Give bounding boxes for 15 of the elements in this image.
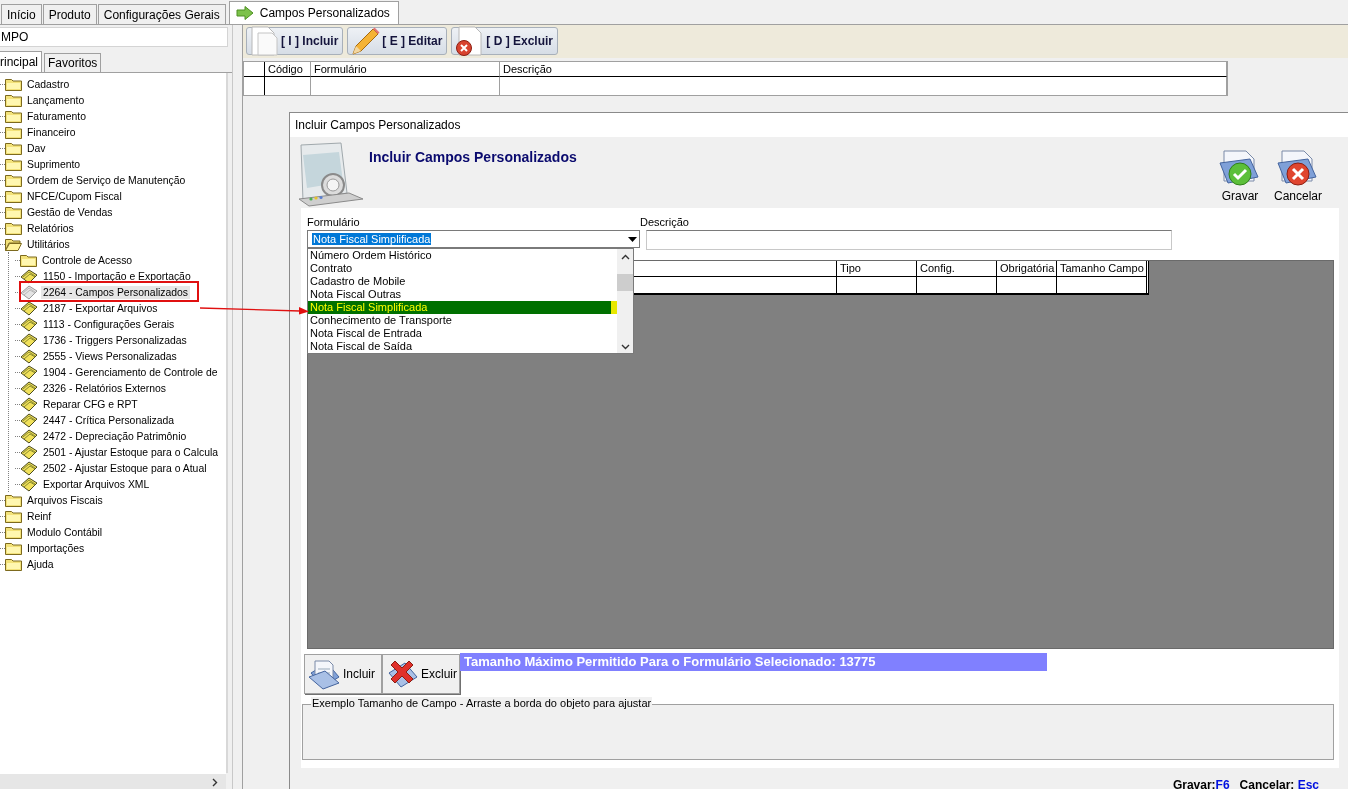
column-header: Tipo xyxy=(837,261,917,277)
column-header: Obrigatória xyxy=(997,261,1057,277)
column-header: Código xyxy=(265,62,311,77)
field-label: Formulário xyxy=(307,216,361,228)
column-header: Descrição xyxy=(500,62,1227,77)
column-header: Config. xyxy=(917,261,997,277)
shortcut-hint: Gravar:F6 xyxy=(1172,778,1230,789)
column-header: Tamanho Campo xyxy=(1057,261,1147,277)
dialog-heading: Incluir Campos Personalizados xyxy=(369,149,577,165)
shortcut-hint: Cancelar: Esc xyxy=(1239,778,1319,789)
group-title: Exemplo Tamanho de Campo - Arraste a borda do objeto para ajustar xyxy=(311,697,653,709)
max-size-notice: Tamanho Máximo Permitido Para o Formulário Selecionado: 13775 xyxy=(460,653,1047,671)
window-title: Incluir Campos Personalizados xyxy=(290,113,1348,137)
column-header: Formulário xyxy=(311,62,500,77)
field-label: Descrição xyxy=(640,216,689,228)
